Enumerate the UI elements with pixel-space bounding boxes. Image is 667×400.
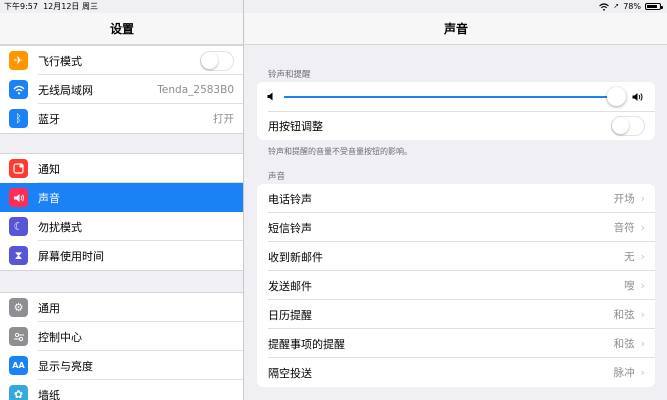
sound-row-value: 嗖: [624, 280, 635, 292]
moon-icon: ☾: [9, 217, 28, 236]
wifi-icon: [9, 80, 28, 99]
volume-low-icon: [267, 92, 273, 101]
sidebar-item-screen-time[interactable]: ⧗ 屏幕使用时间: [0, 241, 243, 270]
sidebar-item-label: 显示与亮度: [38, 359, 93, 373]
sound-row-label: 日历提醒: [268, 308, 312, 322]
sidebar-item-do-not-disturb[interactable]: ☾ 勿扰模式: [0, 212, 243, 241]
airplane-icon: ✈: [9, 51, 28, 70]
status-time-date: 下午9:57 12月12日 周三: [4, 0, 98, 13]
sidebar-item-label: 通用: [38, 301, 60, 315]
sound-row-value: 无: [624, 251, 635, 263]
sound-row-value: 开场: [613, 193, 635, 205]
wifi-network-name: Tenda_2583B0: [157, 83, 234, 96]
chevron-right-icon: ›: [640, 279, 645, 292]
sound-row-label: 短信铃声: [268, 221, 312, 235]
settings-master-pane: 设置 ✈ 飞行模式 无线局域网 Tenda_2583B0 ᛒ 蓝牙 打开 通知: [0, 0, 244, 400]
text-tone-row[interactable]: 短信铃声 音符 ›: [257, 213, 655, 242]
sidebar-item-wallpaper[interactable]: ✿ 墙纸: [0, 380, 243, 400]
sidebar-item-label: 蓝牙: [38, 112, 60, 126]
settings-group-general: ⚙ 通用 控制中心 AA 显示与亮度 ✿ 墙纸: [0, 292, 243, 400]
notifications-icon: [9, 159, 28, 178]
page-title: 声音: [245, 13, 667, 45]
airdrop-row[interactable]: 隔空投送 脉冲 ›: [257, 358, 655, 387]
ringer-footnote: 铃声和提醒的音量不受音量按钮的影响。: [268, 147, 412, 156]
chevron-right-icon: ›: [640, 250, 645, 263]
sidebar-item-notifications[interactable]: 通知: [0, 154, 243, 183]
chevron-right-icon: ›: [640, 308, 645, 321]
battery-icon: [645, 3, 663, 10]
sidebar-item-wifi[interactable]: 无线局域网 Tenda_2583B0: [0, 75, 243, 104]
chevron-right-icon: ›: [640, 192, 645, 205]
sidebar-item-label: 墙纸: [38, 388, 60, 400]
volume-high-icon: [632, 92, 643, 101]
button-adjust-row[interactable]: 用按钮调整: [257, 111, 655, 140]
ringtone-row[interactable]: 电话铃声 开场 ›: [257, 184, 655, 213]
sidebar-item-label: 勿扰模式: [38, 220, 82, 234]
sidebar-item-sounds[interactable]: 声音: [0, 183, 243, 212]
sidebar-item-bluetooth[interactable]: ᛒ 蓝牙 打开: [0, 104, 243, 133]
sound-row-label: 发送邮件: [268, 279, 312, 293]
sounds-section-title: 声音: [268, 172, 286, 182]
button-adjust-toggle[interactable]: [611, 115, 645, 136]
sound-row-value: 脉冲: [613, 367, 635, 379]
settings-title: 设置: [0, 13, 243, 45]
battery-percent: 78%: [623, 2, 641, 11]
sounds-card: 电话铃声 开场 › 短信铃声 音符 › 收到新邮件 无 › 发送邮件 嗖 › 日…: [257, 184, 655, 387]
sounds-detail-pane: 声音 铃声和提醒 用按钮调整 铃声和提醒的音量不受音量按钮的影响。 声音 电话铃…: [245, 0, 667, 400]
sound-row-value: 音符: [613, 222, 635, 234]
bluetooth-status: 打开: [213, 113, 234, 125]
speaker-icon: [9, 188, 28, 207]
volume-slider-knob[interactable]: [607, 86, 626, 106]
status-date: 12月12日 周三: [43, 2, 98, 11]
chevron-right-icon: ›: [640, 221, 645, 234]
ringer-card: 用按钮调整: [257, 82, 655, 140]
sidebar-item-label: 通知: [38, 162, 60, 176]
sidebar-item-label: 飞行模式: [38, 54, 82, 68]
sound-row-label: 提醒事项的提醒: [268, 337, 345, 351]
sidebar-item-label: 无线局域网: [38, 83, 93, 97]
gear-icon: ⚙: [9, 298, 28, 317]
sound-row-value: 和弦: [613, 338, 635, 350]
sidebar-item-airplane-mode[interactable]: ✈ 飞行模式: [0, 46, 243, 75]
sidebar-item-label: 控制中心: [38, 330, 82, 344]
chevron-right-icon: ›: [640, 337, 645, 350]
calendar-alert-row[interactable]: 日历提醒 和弦 ›: [257, 300, 655, 329]
sidebar-item-display-brightness[interactable]: AA 显示与亮度: [0, 351, 243, 380]
bluetooth-icon: ᛒ: [9, 109, 28, 128]
sent-mail-row[interactable]: 发送邮件 嗖 ›: [257, 271, 655, 300]
airplane-mode-toggle[interactable]: [200, 50, 234, 71]
control-center-icon: [9, 327, 28, 346]
location-icon: ➚: [613, 2, 620, 10]
sidebar-item-control-center[interactable]: 控制中心: [0, 322, 243, 351]
display-icon: AA: [9, 356, 28, 375]
wallpaper-icon: ✿: [9, 385, 28, 400]
sound-row-label: 电话铃声: [268, 192, 312, 206]
status-indicators: ➚ 78%: [599, 0, 663, 13]
button-adjust-label: 用按钮调整: [268, 119, 323, 133]
chevron-right-icon: ›: [640, 366, 645, 379]
status-time: 下午9:57: [4, 2, 38, 11]
wifi-signal-icon: [599, 2, 610, 11]
reminder-alert-row[interactable]: 提醒事项的提醒 和弦 ›: [257, 329, 655, 358]
sound-row-value: 和弦: [613, 309, 635, 321]
sound-row-label: 隔空投送: [268, 366, 312, 380]
sidebar-item-label: 屏幕使用时间: [38, 249, 104, 263]
hourglass-icon: ⧗: [9, 246, 28, 265]
volume-slider[interactable]: [284, 86, 626, 106]
sidebar-item-general[interactable]: ⚙ 通用: [0, 293, 243, 322]
settings-group-alerts: 通知 声音 ☾ 勿扰模式 ⧗ 屏幕使用时间: [0, 153, 243, 271]
new-mail-row[interactable]: 收到新邮件 无 ›: [257, 242, 655, 271]
volume-slider-row: [257, 82, 655, 112]
sound-row-label: 收到新邮件: [268, 250, 323, 264]
sidebar-item-label: 声音: [38, 191, 60, 205]
status-bar: 下午9:57 12月12日 周三 ➚ 78%: [0, 0, 667, 13]
settings-group-connectivity: ✈ 飞行模式 无线局域网 Tenda_2583B0 ᛒ 蓝牙 打开: [0, 45, 243, 134]
ringer-section-title: 铃声和提醒: [268, 70, 311, 80]
